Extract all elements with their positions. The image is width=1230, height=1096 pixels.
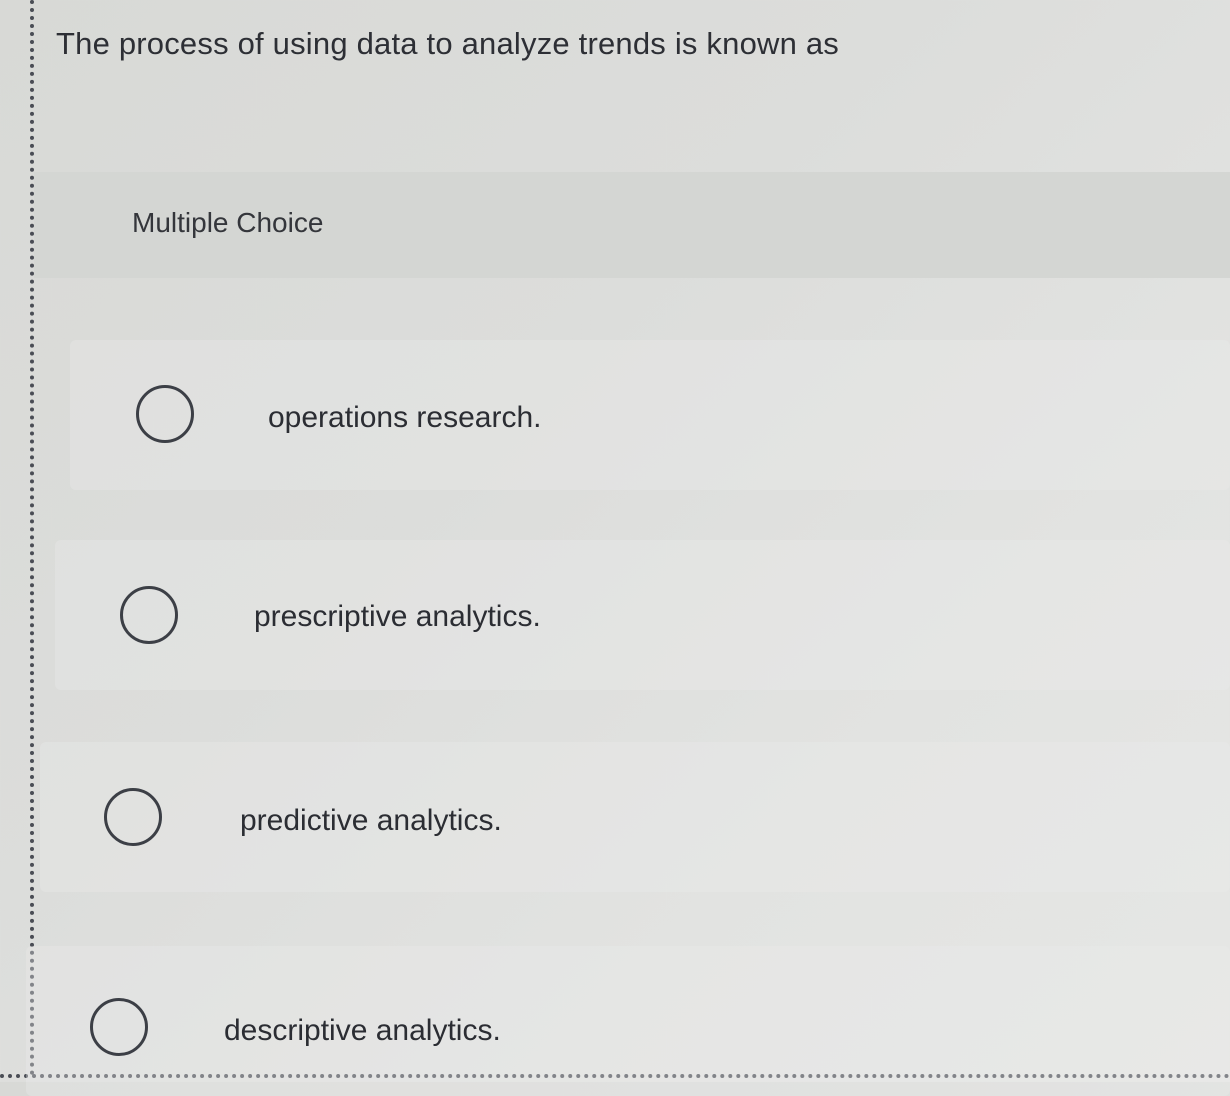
answer-option-label[interactable]: descriptive analytics.	[224, 1014, 501, 1048]
answer-option-4[interactable]: descriptive analytics.	[0, 946, 1230, 1096]
radio-button-icon[interactable]	[120, 586, 178, 644]
radio-button-icon[interactable]	[136, 385, 194, 443]
question-prompt: The process of using data to analyze tre…	[56, 26, 839, 61]
answer-option-label[interactable]: predictive analytics.	[240, 804, 502, 838]
answer-option-2[interactable]: prescriptive analytics.	[0, 540, 1230, 690]
answer-option-background	[40, 742, 1230, 892]
question-type-label: Multiple Choice	[132, 207, 324, 238]
answer-option-label[interactable]: prescriptive analytics.	[254, 600, 541, 634]
answer-option-background	[70, 340, 1230, 490]
answer-option-background	[55, 540, 1230, 690]
answer-option-label[interactable]: operations research.	[268, 401, 542, 435]
question-container-border	[30, 0, 34, 1076]
answer-option-background	[26, 946, 1230, 1096]
radio-button-icon[interactable]	[104, 788, 162, 846]
answer-option-1[interactable]: operations research.	[0, 340, 1230, 490]
radio-button-icon[interactable]	[90, 998, 148, 1056]
answer-option-3[interactable]: predictive analytics.	[0, 742, 1230, 892]
